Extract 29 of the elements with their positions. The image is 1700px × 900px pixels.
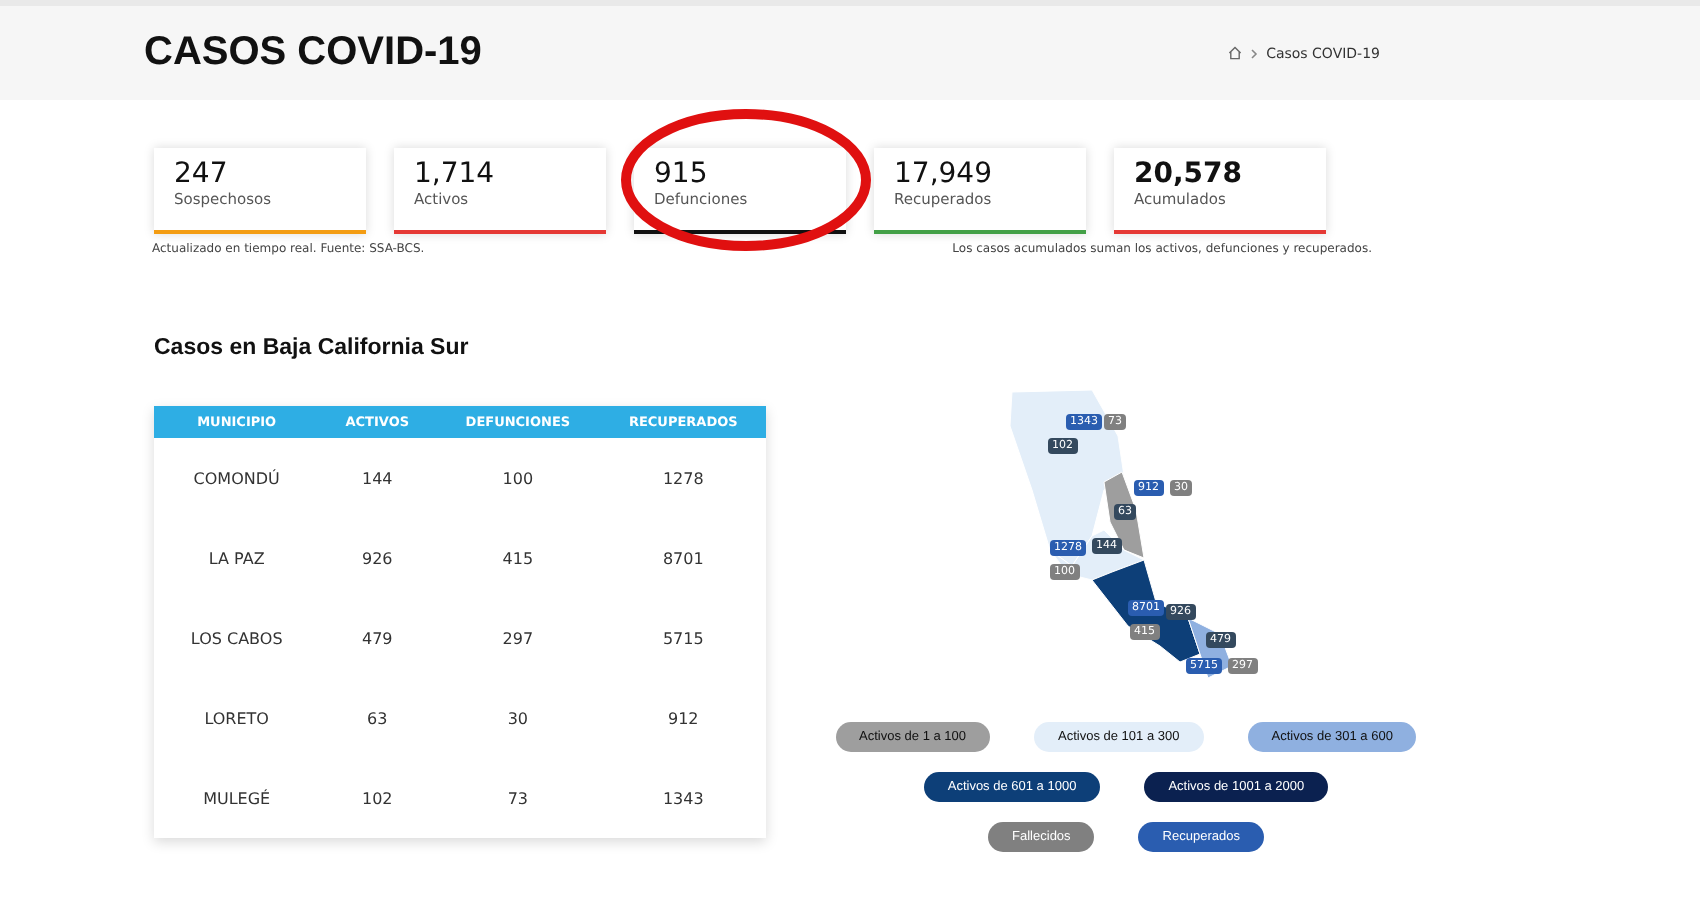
table-cell: 73 [507, 789, 529, 807]
table-cell: 912 [668, 709, 699, 727]
chevron-icon [1250, 47, 1259, 59]
table-cell: 5715 [662, 629, 704, 647]
table-cell: 30 [507, 709, 529, 727]
stat-value: 247 [174, 160, 230, 190]
home-icon[interactable] [1228, 46, 1243, 60]
table-cell: 926 [362, 549, 393, 567]
table-cell: 1343 [662, 789, 704, 807]
table-cell: 100 [502, 469, 534, 487]
table-cell: 102 [362, 789, 393, 807]
table-cell: 8701 [662, 549, 704, 567]
table-cell: LA PAZ [208, 549, 265, 567]
stat-value: 1,714 [414, 160, 497, 190]
page-title: CASOS COVID-19 [144, 30, 482, 76]
table-cell: 297 [502, 629, 534, 647]
section-title: Casos en Baja California Sur [154, 336, 471, 360]
stat-value: 915 [654, 160, 710, 190]
table-cell: 415 [502, 549, 534, 567]
table-cell: 144 [362, 469, 393, 487]
stat-value: 20,578 [1134, 160, 1245, 190]
table-cell: COMONDÚ [193, 469, 280, 487]
table-cell: 63 [367, 709, 388, 727]
table-cell: 479 [362, 629, 393, 647]
table-cell: 1278 [662, 469, 704, 487]
table-cell: LORETO [204, 709, 269, 727]
stat-value: 17,949 [894, 160, 994, 190]
table-cell: MULEGÉ [203, 789, 271, 807]
table-cell: LOS CABOS [190, 629, 283, 647]
